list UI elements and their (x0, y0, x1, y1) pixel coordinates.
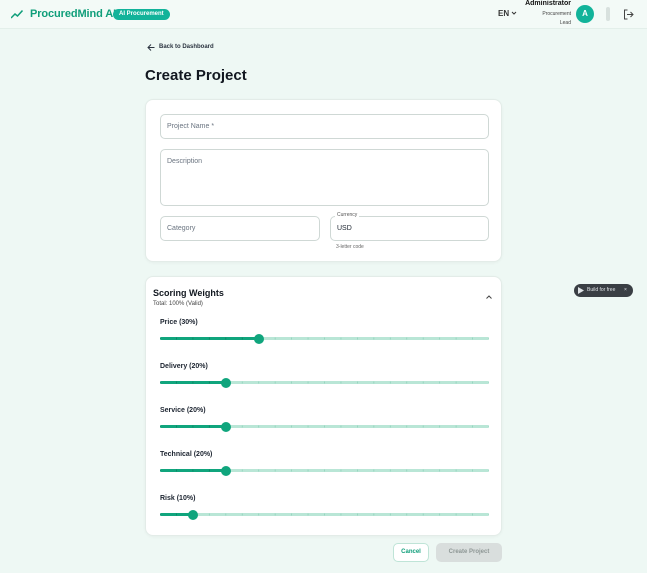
category-field[interactable]: Category (160, 216, 320, 241)
slider-thumb[interactable] (253, 333, 264, 344)
slider-ticks (160, 381, 489, 384)
slider-ticks (160, 337, 489, 340)
project-name-field[interactable]: Project Name * (160, 114, 489, 139)
category-placeholder: Category (167, 225, 196, 232)
brand-name[interactable]: ProcuredMind AI (30, 8, 116, 20)
language-selector[interactable]: EN (498, 9, 509, 18)
project-details-card: Project Name * Description Category Curr… (145, 99, 502, 262)
weight-slider[interactable] (160, 333, 489, 344)
arrow-left-icon[interactable] (147, 44, 155, 51)
build-for-free-widget[interactable]: Build for free × (574, 284, 633, 297)
project-name-placeholder: Project Name * (167, 123, 215, 130)
weight-slider[interactable] (160, 421, 489, 432)
cancel-button[interactable]: Cancel (393, 543, 429, 562)
currency-field[interactable]: Currency USD (330, 212, 489, 241)
close-icon[interactable]: × (624, 284, 627, 297)
chevron-up-icon[interactable] (485, 294, 493, 300)
currency-helper-text: 3-letter code (336, 244, 364, 250)
weights-total-status: Total: 100% (Valid) (153, 301, 203, 307)
weight-slider[interactable] (160, 509, 489, 520)
product-badge: AI Procurement (113, 9, 170, 20)
create-project-button[interactable]: Create Project (436, 543, 502, 562)
trend-up-icon (11, 9, 23, 19)
slider-label: Price (30%) (160, 319, 198, 326)
description-field[interactable]: Description (160, 149, 489, 206)
build-for-free-label: Build for free (587, 287, 616, 293)
chevron-down-icon[interactable] (511, 9, 517, 17)
weight-slider[interactable] (160, 377, 489, 388)
app-header: ProcuredMind AI AI Procurement EN Admini… (0, 0, 647, 29)
slider-label: Delivery (20%) (160, 363, 208, 370)
header-divider (606, 7, 610, 21)
avatar[interactable]: A (576, 5, 594, 23)
logout-icon[interactable] (623, 9, 634, 20)
page-title: Create Project (145, 67, 247, 84)
slider-label: Technical (20%) (160, 451, 213, 458)
slider-ticks (160, 469, 489, 472)
slider-label: Risk (10%) (160, 495, 196, 502)
slider-ticks (160, 513, 489, 516)
description-placeholder: Description (167, 158, 203, 165)
user-name: Administrator (525, 0, 571, 7)
user-role-suffix: Lead (559, 20, 571, 26)
slider-label: Service (20%) (160, 407, 206, 414)
slider-thumb[interactable] (220, 465, 231, 476)
currency-label: Currency (335, 212, 360, 218)
slider-ticks (160, 425, 489, 428)
slider-thumb[interactable] (220, 421, 231, 432)
logo-mark-icon (578, 287, 584, 294)
scoring-weights-title: Scoring Weights (153, 288, 224, 298)
scoring-weights-card: Scoring Weights Total: 100% (Valid) Pric… (145, 276, 502, 536)
slider-thumb[interactable] (220, 377, 231, 388)
currency-value: USD (337, 225, 352, 232)
weight-slider[interactable] (160, 465, 489, 476)
slider-thumb[interactable] (187, 509, 198, 520)
back-to-dashboard-link[interactable]: Back to Dashboard (159, 44, 214, 50)
user-role: Procurement (542, 11, 571, 17)
